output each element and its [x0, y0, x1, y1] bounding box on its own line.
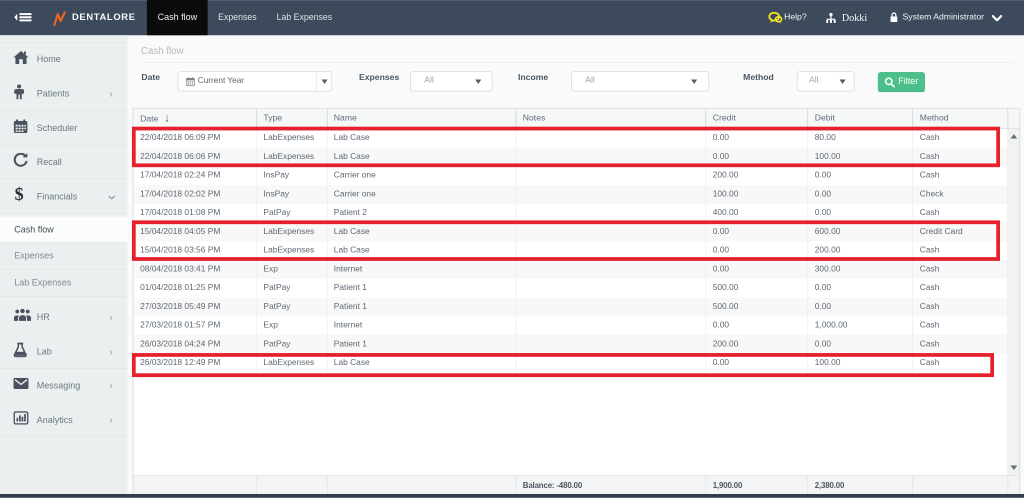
svg-text:$: $ [15, 186, 24, 203]
